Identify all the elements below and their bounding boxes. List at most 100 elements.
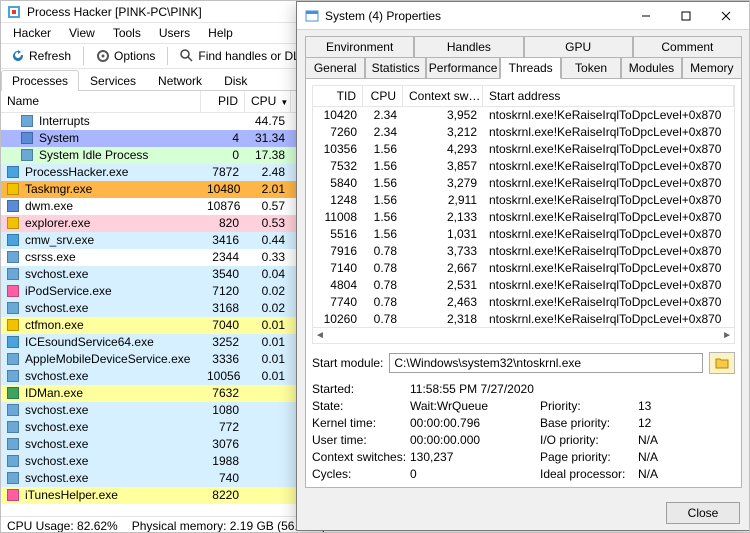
thread-row[interactable]: 79160.783,733ntoskrnl.exe!KeRaiseIrqlToD…	[313, 243, 734, 260]
thread-list[interactable]: 104202.343,952ntoskrnl.exe!KeRaiseIrqlTo…	[312, 107, 735, 328]
thread-row[interactable]: 104202.343,952ntoskrnl.exe!KeRaiseIrqlTo…	[313, 107, 734, 124]
horizontal-scrollbar[interactable]: ◄►	[312, 328, 735, 344]
close-window-button[interactable]	[706, 2, 746, 29]
process-cpu: 17.38	[245, 147, 291, 164]
tab-processes[interactable]: Processes	[1, 70, 79, 91]
process-cpu: 31.34	[245, 130, 291, 147]
process-pid: 7120	[201, 283, 245, 300]
tab-handles[interactable]: Handles	[414, 36, 523, 58]
thread-csw: 3,952	[403, 107, 483, 124]
menu-view[interactable]: View	[61, 25, 103, 41]
open-folder-button[interactable]	[709, 352, 735, 374]
thread-addr: ntoskrnl.exe!KeRaiseIrqlToDpcLevel+0x870	[483, 192, 734, 209]
col-tid[interactable]: TID	[313, 86, 363, 106]
minimize-button[interactable]	[626, 2, 666, 29]
thread-tid: 5840	[313, 175, 363, 192]
app-icon	[7, 5, 21, 19]
tab-services[interactable]: Services	[79, 70, 147, 91]
tab-modules[interactable]: Modules	[621, 57, 681, 79]
thread-row[interactable]: 75321.563,857ntoskrnl.exe!KeRaiseIrqlToD…	[313, 158, 734, 175]
thread-addr: ntoskrnl.exe!KeRaiseIrqlToDpcLevel+0x870	[483, 141, 734, 158]
thread-cpu: 0.78	[363, 260, 403, 277]
status-cpu: CPU Usage: 82.62%	[7, 519, 118, 532]
thread-addr: ntoskrnl.exe!KeRaiseIrqlToDpcLevel+0x870	[483, 107, 734, 124]
process-pid: 1080	[201, 402, 245, 419]
process-name: svchost.exe	[25, 266, 88, 283]
context-switches-value: 130,237	[410, 450, 530, 464]
process-pid	[201, 113, 245, 130]
tab-token[interactable]: Token	[561, 57, 621, 79]
thread-csw: 3,279	[403, 175, 483, 192]
menu-hacker[interactable]: Hacker	[5, 25, 59, 41]
process-cpu	[245, 470, 291, 487]
thread-tid: 7532	[313, 158, 363, 175]
tab-disk[interactable]: Disk	[213, 70, 258, 91]
thread-row[interactable]: 102600.782,318ntoskrnl.exe!KeRaiseIrqlTo…	[313, 311, 734, 328]
thread-tid: 7140	[313, 260, 363, 277]
io-priority-value: N/A	[638, 433, 678, 447]
process-cpu	[245, 419, 291, 436]
process-name: iTunesHelper.exe	[25, 487, 118, 504]
thread-row[interactable]: 71400.782,667ntoskrnl.exe!KeRaiseIrqlToD…	[313, 260, 734, 277]
col-cpu[interactable]: CPU	[245, 91, 291, 112]
process-cpu: 0.01	[245, 368, 291, 385]
process-cpu	[245, 436, 291, 453]
thread-addr: ntoskrnl.exe!KeRaiseIrqlToDpcLevel+0x870	[483, 158, 734, 175]
tab-comment[interactable]: Comment	[633, 36, 742, 58]
thread-row[interactable]: 58401.563,279ntoskrnl.exe!KeRaiseIrqlToD…	[313, 175, 734, 192]
thread-cpu: 1.56	[363, 209, 403, 226]
process-pid: 3416	[201, 232, 245, 249]
dialog-titlebar[interactable]: System (4) Properties	[297, 2, 750, 30]
col-start-address[interactable]: Start address	[483, 86, 734, 106]
refresh-button[interactable]: Refresh	[5, 47, 77, 65]
tab-network[interactable]: Network	[147, 70, 213, 91]
col-pid[interactable]: PID	[201, 91, 245, 112]
options-button[interactable]: Options	[90, 47, 161, 65]
tab-general[interactable]: General	[305, 57, 365, 79]
thread-csw: 3,733	[403, 243, 483, 260]
process-cpu: 2.01	[245, 181, 291, 198]
thread-addr: ntoskrnl.exe!KeRaiseIrqlToDpcLevel+0x870	[483, 260, 734, 277]
thread-row[interactable]: 48040.782,531ntoskrnl.exe!KeRaiseIrqlToD…	[313, 277, 734, 294]
base-priority-value: 12	[638, 416, 678, 430]
menu-tools[interactable]: Tools	[105, 25, 149, 41]
process-pid: 3252	[201, 334, 245, 351]
process-cpu: 2.48	[245, 164, 291, 181]
tab-threads[interactable]: Threads	[500, 57, 560, 79]
process-icon	[7, 234, 21, 248]
menu-users[interactable]: Users	[151, 25, 198, 41]
tab-gpu[interactable]: GPU	[524, 36, 633, 58]
process-icon	[7, 472, 21, 486]
thread-header: TID CPU Context sw Start address	[312, 85, 735, 107]
kernel-time-value: 00:00:00.796	[410, 416, 530, 430]
thread-row[interactable]: 72602.343,212ntoskrnl.exe!KeRaiseIrqlToD…	[313, 124, 734, 141]
thread-row[interactable]: 12481.562,911ntoskrnl.exe!KeRaiseIrqlToD…	[313, 192, 734, 209]
close-button[interactable]: Close	[666, 502, 740, 524]
tab-statistics[interactable]: Statistics	[365, 57, 425, 79]
tab-performance[interactable]: Performance	[426, 57, 501, 79]
base-priority-label: Base priority:	[540, 416, 628, 430]
process-pid: 0	[201, 147, 245, 164]
thread-cpu: 2.34	[363, 124, 403, 141]
col-name[interactable]: Name	[1, 91, 201, 112]
tab-environment[interactable]: Environment	[305, 36, 414, 58]
dialog-title: System (4) Properties	[325, 9, 626, 23]
thread-tid: 7740	[313, 294, 363, 311]
process-icon	[7, 166, 21, 180]
maximize-button[interactable]	[666, 2, 706, 29]
process-cpu: 0.44	[245, 232, 291, 249]
tab-memory[interactable]: Memory	[682, 57, 742, 79]
thread-row[interactable]: 55161.561,031ntoskrnl.exe!KeRaiseIrqlToD…	[313, 226, 734, 243]
thread-row[interactable]: 77400.782,463ntoskrnl.exe!KeRaiseIrqlToD…	[313, 294, 734, 311]
col-context-switches[interactable]: Context sw	[403, 86, 483, 106]
start-module-field[interactable]	[389, 353, 703, 373]
process-name: ICEsoundService64.exe	[25, 334, 154, 351]
process-name-cell: explorer.exe	[1, 215, 201, 232]
menu-help[interactable]: Help	[200, 25, 241, 41]
process-cpu	[245, 385, 291, 402]
col-thread-cpu[interactable]: CPU	[363, 86, 403, 106]
process-name-cell: IDMan.exe	[1, 385, 201, 402]
thread-row[interactable]: 103561.564,293ntoskrnl.exe!KeRaiseIrqlTo…	[313, 141, 734, 158]
cycles-label: Cycles:	[312, 467, 400, 481]
thread-row[interactable]: 110081.562,133ntoskrnl.exe!KeRaiseIrqlTo…	[313, 209, 734, 226]
